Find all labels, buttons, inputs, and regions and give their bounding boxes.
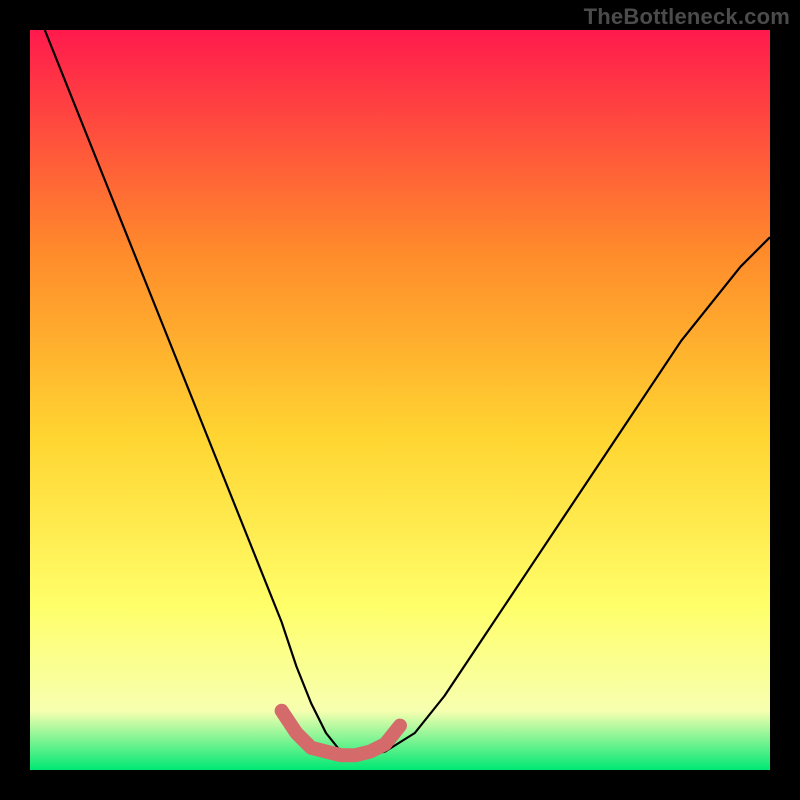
chart-frame: TheBottleneck.com xyxy=(0,0,800,800)
bottleneck-chart xyxy=(0,0,800,800)
watermark-text: TheBottleneck.com xyxy=(584,4,790,30)
plot-background xyxy=(30,30,770,770)
